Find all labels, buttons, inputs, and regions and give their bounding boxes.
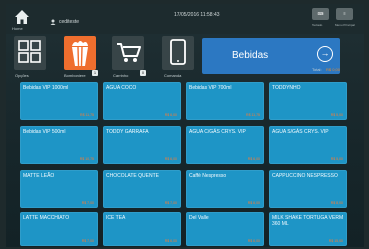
product-name: MATTE LEÃO bbox=[23, 173, 55, 179]
bomboniere-badge: 1 bbox=[92, 70, 98, 76]
bomboniere-button[interactable] bbox=[64, 36, 96, 70]
product-name: AGUA C/GÁS CRYS. VIP bbox=[189, 129, 246, 135]
tablet-icon bbox=[170, 39, 186, 65]
category-label: Bebidas bbox=[232, 50, 269, 61]
product-tile[interactable]: AGUA COCO R$ 6,00 bbox=[103, 82, 181, 120]
product-tile[interactable]: AGUA C/GÁS CRYS. VIP R$ 6,00 bbox=[186, 126, 264, 164]
product-name: TODDYNHO bbox=[272, 85, 301, 91]
product-tile[interactable]: AGUA S/GÁS CRYS. VIP R$ 5,00 bbox=[269, 126, 347, 164]
product-name: LATTE MACCHIATO bbox=[23, 215, 70, 221]
arrow-right-circle-icon[interactable]: → bbox=[317, 46, 333, 62]
product-tile[interactable]: CHOCOLATE QUENTE R$ 7,00 bbox=[103, 170, 181, 208]
popcorn-icon bbox=[72, 41, 88, 67]
product-name: AGUA COCO bbox=[106, 85, 137, 91]
product-tile[interactable]: Del Valle R$ 6,00 bbox=[186, 212, 264, 246]
menu-icon: ≡ bbox=[343, 11, 346, 16]
product-price: R$ 6,00 bbox=[164, 113, 177, 117]
user-name: cediteste bbox=[59, 19, 80, 25]
product-name: CHOCOLATE QUENTE bbox=[106, 173, 159, 179]
product-tile[interactable]: MATTE LEÃO R$ 7,00 bbox=[20, 170, 98, 208]
grid-icon bbox=[18, 40, 41, 63]
product-name: Bebidas VIP 500ml bbox=[23, 129, 66, 135]
product-tile[interactable]: ICE TEA R$ 6,00 bbox=[103, 212, 181, 246]
product-price: R$ 6,00 bbox=[247, 201, 260, 205]
top-bar: Home cediteste 17/05/2016 11:58:43 ⌨ Tec… bbox=[6, 4, 364, 34]
pos-screen: Home cediteste 17/05/2016 11:58:43 ⌨ Tec… bbox=[6, 4, 364, 247]
product-name: Del Valle bbox=[189, 215, 209, 221]
cart-button[interactable] bbox=[112, 36, 144, 70]
product-price: R$ 15,00 bbox=[328, 239, 343, 243]
options-label: Opções bbox=[15, 73, 29, 78]
menu-button[interactable]: ≡ bbox=[336, 8, 353, 20]
product-name: MILK SHAKE TORTUGA VERM 360 ML bbox=[272, 215, 344, 227]
product-name: Caffè Nespresso bbox=[189, 173, 227, 179]
product-tile[interactable]: Bebidas VIP 1000ml R$ 11,75 bbox=[20, 82, 98, 120]
product-price: R$ 11,75 bbox=[246, 113, 260, 117]
product-tile[interactable]: Caffè Nespresso R$ 6,00 bbox=[186, 170, 264, 208]
product-name: Bebidas VIP 1000ml bbox=[23, 85, 69, 91]
home-icon bbox=[15, 10, 29, 24]
total-value: R$ 0,00 bbox=[326, 67, 341, 72]
date-time: 17/05/2016 11:58:43 bbox=[174, 12, 220, 18]
cart-icon bbox=[117, 43, 141, 62]
product-price: R$ 10,75 bbox=[79, 157, 94, 161]
home-label: Home bbox=[12, 26, 23, 31]
product-price: R$ 11,75 bbox=[80, 113, 94, 117]
product-tile[interactable]: MILK SHAKE TORTUGA VERM 360 ML R$ 15,00 bbox=[269, 212, 347, 246]
product-tile[interactable]: TODDYNHO R$ 5,00 bbox=[269, 82, 347, 120]
product-price: R$ 8,00 bbox=[330, 201, 343, 205]
menu-label: Menu Principal bbox=[335, 23, 355, 27]
comanda-label: Comanda bbox=[164, 73, 182, 78]
cart-label: Carrinho bbox=[113, 73, 129, 78]
product-tile[interactable]: CAPPUCCINO NESPRESSO R$ 8,00 bbox=[269, 170, 347, 208]
bomboniere-label: Bomboniere bbox=[64, 73, 86, 78]
product-name: AGUA S/GÁS CRYS. VIP bbox=[272, 129, 329, 135]
product-price: R$ 6,00 bbox=[247, 157, 260, 161]
product-price: R$ 6,00 bbox=[164, 239, 177, 243]
product-tile[interactable]: Bebidas VIP 500ml R$ 10,75 bbox=[20, 126, 98, 164]
keyboard-button[interactable]: ⌨ bbox=[312, 8, 329, 20]
cart-badge: 0 bbox=[140, 70, 146, 76]
product-price: R$ 5,00 bbox=[330, 157, 343, 161]
keyboard-label: Teclado bbox=[312, 23, 323, 27]
home-button[interactable] bbox=[14, 9, 30, 27]
product-price: R$ 7,00 bbox=[164, 201, 177, 205]
product-tile[interactable]: TODDY GARRAFA R$ 6,00 bbox=[103, 126, 181, 164]
product-price: R$ 6,00 bbox=[164, 157, 177, 161]
user-icon bbox=[50, 19, 56, 25]
product-name: CAPPUCCINO NESPRESSO bbox=[272, 173, 338, 179]
product-price: R$ 5,00 bbox=[330, 113, 343, 117]
product-tile[interactable]: Bebidas VIP 700ml R$ 11,75 bbox=[186, 82, 264, 120]
product-price: R$ 7,00 bbox=[81, 201, 94, 205]
comanda-button[interactable] bbox=[162, 36, 194, 70]
product-tile[interactable]: LATTE MACCHIATO R$ 7,00 bbox=[20, 212, 98, 246]
keyboard-icon: ⌨ bbox=[317, 11, 324, 16]
product-price: R$ 6,00 bbox=[247, 239, 260, 243]
product-name: ICE TEA bbox=[106, 215, 126, 221]
product-name: TODDY GARRAFA bbox=[106, 129, 149, 135]
product-name: Bebidas VIP 700ml bbox=[189, 85, 232, 91]
options-button[interactable] bbox=[14, 36, 46, 70]
product-price: R$ 7,00 bbox=[81, 239, 94, 243]
total-label: Total: bbox=[312, 67, 322, 72]
